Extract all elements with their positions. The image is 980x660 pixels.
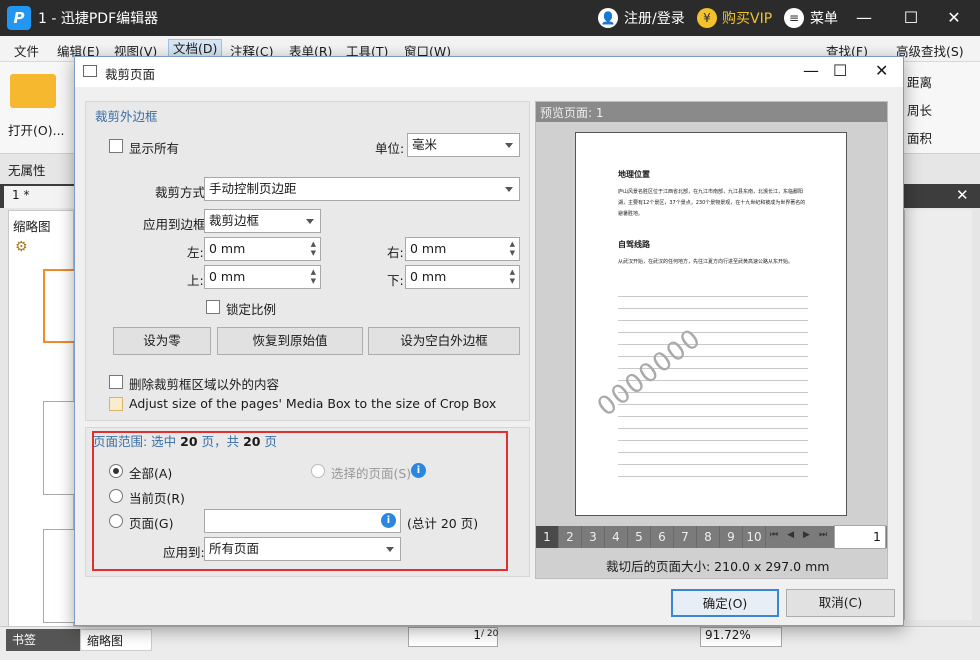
thumbnail-page-1[interactable] — [43, 269, 77, 343]
page-current: 1 — [473, 628, 481, 642]
delete-outside-checkbox[interactable] — [109, 375, 123, 389]
settings-gear-icon[interactable]: ⚙ — [15, 239, 28, 255]
dialog-close-icon[interactable]: ✕ — [875, 61, 888, 80]
left-margin-input[interactable]: 0 mm — [204, 237, 321, 261]
preview-heading-2: 自驾线路 — [618, 240, 650, 249]
advanced-find-button[interactable]: 高级查找(S) — [896, 41, 964, 60]
bookmark-tab[interactable]: 书签 — [6, 629, 80, 651]
unit-label: 单位: — [375, 141, 405, 156]
thumbnail-page-2[interactable] — [43, 401, 77, 495]
maximize-icon[interactable]: ☐ — [897, 6, 925, 30]
unit-select[interactable]: 毫米 — [407, 133, 520, 157]
page-total: / 20 — [481, 629, 499, 639]
thumbnail-tab[interactable]: 缩略图 — [80, 629, 152, 651]
right-margin-label: 右: — [387, 245, 404, 260]
preview-page[interactable]: 地理位置 庐山风景名胜区位于江西省北部，在九江市南部，九江县东南，北濒长江，东临… — [575, 132, 847, 516]
user-icon[interactable]: 👤 — [598, 8, 618, 28]
right-scroll-area — [904, 210, 972, 620]
page-num-1[interactable]: 1 — [536, 526, 559, 548]
crop-pages-dialog: 裁剪页面 — ☐ ✕ 裁剪外边框 显示所有 单位: 毫米 裁剪方式 手动控制页边… — [74, 56, 904, 626]
thumbnail-page-3[interactable] — [43, 529, 77, 623]
dialog-maximize-icon[interactable]: ☐ — [833, 61, 847, 80]
right-margin-input[interactable]: 0 mm — [405, 237, 520, 261]
page-nav-arrows-icon[interactable]: ⏮◀▶⏭ — [770, 530, 836, 540]
cancel-button[interactable]: 取消(C) — [786, 589, 895, 617]
apply-to-box-select[interactable]: 裁剪边框 — [204, 209, 321, 233]
preview-panel: 预览页面: 1 地理位置 庐山风景名胜区位于江西省北部，在九江市南部，九江县东南… — [535, 101, 888, 579]
yen-icon[interactable]: ¥ — [697, 8, 717, 28]
bottom-margin-label: 下: — [387, 273, 404, 288]
preview-paragraph-2: 从武汉开始，在武汉的任何地方，先往江夏方向行进至武黄高速公路从东开始。 — [618, 259, 794, 265]
bottom-margin-input[interactable]: 0 mm — [405, 265, 520, 289]
page-num-3[interactable]: 3 — [582, 526, 605, 548]
zoom-select[interactable]: 91.72% — [700, 627, 782, 647]
preview-heading: 预览页面: 1 — [536, 102, 887, 122]
app-logo-icon: P — [7, 6, 31, 30]
show-all-label: 显示所有 — [129, 141, 180, 156]
no-attribute-label: 无属性 — [8, 163, 46, 178]
left-margin-label: 左: — [187, 245, 204, 260]
thumbnail-panel-title: 缩略图 — [13, 219, 51, 234]
set-zero-button[interactable]: 设为零 — [113, 327, 211, 355]
distance-tool[interactable]: 距离 — [907, 72, 932, 91]
page-num-10[interactable]: 10 — [743, 526, 766, 548]
crop-mode-select[interactable]: 手动控制页边距 — [204, 177, 520, 201]
minimize-icon[interactable]: — — [850, 6, 878, 30]
page-num-7[interactable]: 7 — [674, 526, 697, 548]
window-title: 1 - 迅捷PDF编辑器 — [38, 11, 159, 27]
close-icon[interactable]: ✕ — [940, 6, 968, 30]
perimeter-tool[interactable]: 周长 — [907, 100, 932, 119]
open-button[interactable]: 打开(O)... — [8, 120, 65, 139]
title-bar: P 1 - 迅捷PDF编辑器 👤 注册/登录 ¥ 购买VIP ≡ 菜单 — ☐ … — [0, 0, 980, 36]
dialog-title-bar: 裁剪页面 — ☐ ✕ — [75, 57, 903, 87]
login-link[interactable]: 注册/登录 — [624, 8, 685, 28]
page-nav-strip: 1 2 3 4 5 6 7 8 9 10 ⏮◀▶⏭ 1 — [536, 525, 887, 549]
menu-file[interactable]: 文件 — [14, 41, 39, 60]
dialog-minimize-icon[interactable]: — — [803, 61, 819, 80]
top-margin-label: 上: — [187, 273, 204, 288]
crop-margins-heading: 裁剪外边框 — [95, 109, 158, 124]
main-menu-button[interactable]: 菜单 — [810, 8, 838, 28]
lock-ratio-label: 锁定比例 — [226, 302, 277, 317]
preview-paragraph-1: 庐山风景名胜区位于江西省北部，在九江市南部，九江县东南，北濒长江，东临鄱阳湖，主… — [618, 189, 806, 217]
set-blank-margins-button[interactable]: 设为空白外边框 — [368, 327, 520, 355]
status-bar: 书签 缩略图 1 / 20 91.72% — [0, 626, 980, 660]
vip-link[interactable]: 购买VIP — [722, 8, 772, 28]
page-num-2[interactable]: 2 — [559, 526, 582, 548]
page-num-5[interactable]: 5 — [628, 526, 651, 548]
lock-ratio-checkbox[interactable] — [206, 300, 220, 314]
top-margin-input[interactable]: 0 mm — [204, 265, 321, 289]
document-tab[interactable]: 1 * — [4, 186, 76, 208]
adjust-media-checkbox[interactable] — [109, 397, 123, 411]
dialog-title: 裁剪页面 — [105, 67, 156, 82]
area-tool[interactable]: 面积 — [907, 128, 932, 147]
folder-icon[interactable] — [10, 74, 56, 108]
preview-heading-1: 地理位置 — [618, 170, 650, 179]
cropped-size-label: 裁切后的页面大小: 210.0 x 297.0 mm — [606, 559, 830, 574]
delete-outside-label: 删除裁剪框区域以外的内容 — [129, 377, 280, 392]
highlight-box — [92, 431, 508, 571]
page-num-8[interactable]: 8 — [697, 526, 720, 548]
close-tab-icon[interactable]: ✕ — [956, 186, 969, 204]
dialog-window-icon — [83, 65, 97, 77]
preview-page-input[interactable]: 1 — [834, 525, 886, 549]
page-num-6[interactable]: 6 — [651, 526, 674, 548]
page-num-9[interactable]: 9 — [720, 526, 743, 548]
reset-original-button[interactable]: 恢复到原始值 — [217, 327, 363, 355]
apply-to-box-label: 应用到边框 — [143, 217, 206, 232]
crop-mode-label: 裁剪方式 — [155, 185, 206, 200]
adjust-media-label: Adjust size of the pages' Media Box to t… — [129, 396, 497, 411]
menu-icon[interactable]: ≡ — [784, 8, 804, 28]
page-num-4[interactable]: 4 — [605, 526, 628, 548]
show-all-checkbox[interactable] — [109, 139, 123, 153]
ok-button[interactable]: 确定(O) — [671, 589, 779, 617]
thumbnail-panel: 缩略图 ⚙ — [8, 210, 77, 630]
